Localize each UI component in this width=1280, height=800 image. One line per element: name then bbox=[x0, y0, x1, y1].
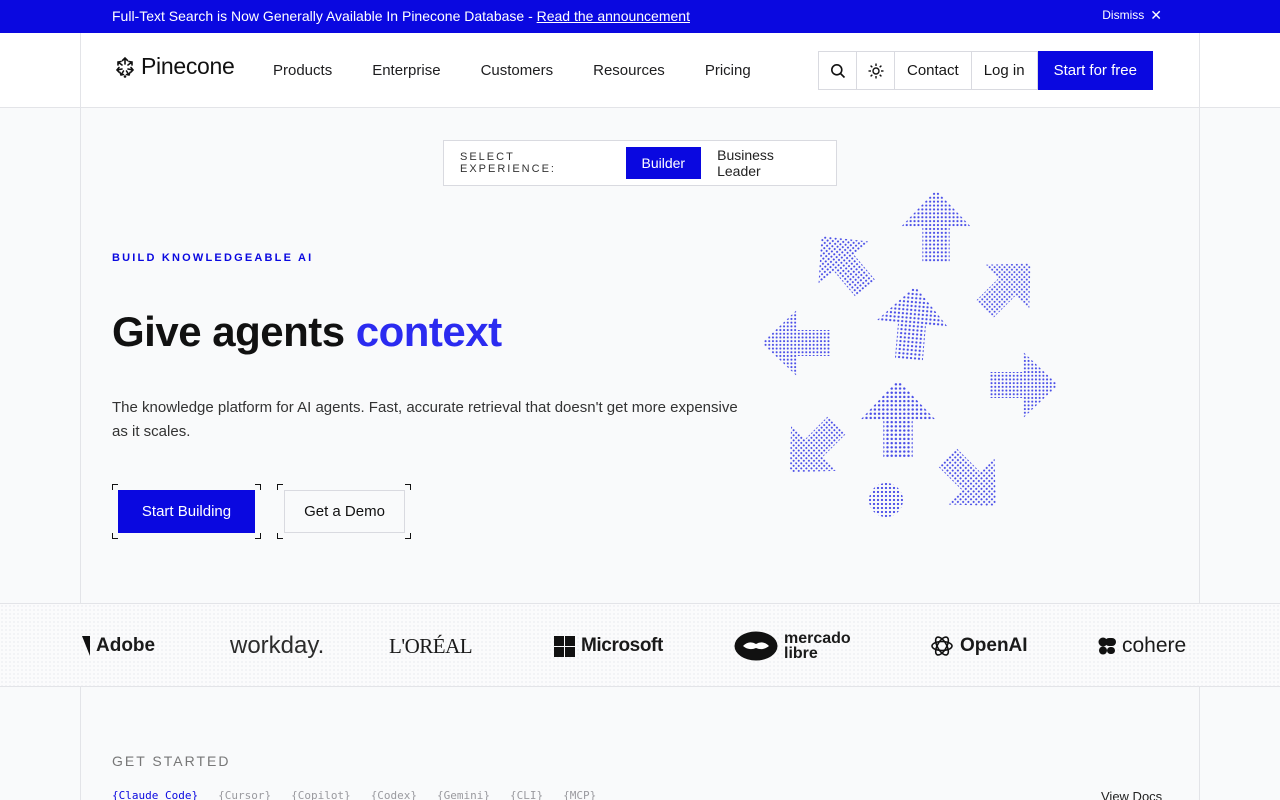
get-demo-button[interactable]: Get a Demo bbox=[284, 490, 405, 533]
dismiss-label: Dismiss bbox=[1102, 8, 1145, 22]
logo-loreal-text: L'ORÉAL bbox=[389, 633, 473, 658]
logo-cohere: cohere bbox=[1098, 604, 1187, 686]
tab-cursor[interactable]: {Cursor} bbox=[218, 789, 271, 800]
brand-logo[interactable]: Pinecone bbox=[113, 53, 235, 80]
get-started-title: GET STARTED bbox=[112, 753, 231, 769]
tab-cli[interactable]: {CLI} bbox=[510, 789, 543, 800]
hero-eyebrow: BUILD KNOWLEDGEABLE AI bbox=[112, 252, 314, 264]
bracket-corner bbox=[277, 484, 283, 490]
close-icon: ✕ bbox=[1150, 7, 1162, 23]
headline-plain: Give agents bbox=[112, 308, 356, 355]
view-docs-link[interactable]: View Docs bbox=[1101, 789, 1162, 800]
main-nav: Products Enterprise Customers Resources … bbox=[273, 62, 751, 79]
tab-codex[interactable]: {Codex} bbox=[371, 789, 417, 800]
microsoft-icon bbox=[554, 635, 575, 657]
nav-resources[interactable]: Resources bbox=[593, 62, 665, 79]
dotted-arrows-illustration bbox=[761, 189, 1059, 522]
get-started-tabs: {Claude Code} {Cursor} {Copilot} {Codex}… bbox=[112, 789, 596, 800]
cohere-icon bbox=[1098, 637, 1116, 655]
logo-adobe-text: Adobe bbox=[96, 635, 156, 656]
announcement-bar: Full-Text Search is Now Generally Availa… bbox=[0, 0, 1280, 33]
nav-customers[interactable]: Customers bbox=[481, 62, 554, 79]
experience-builder-button[interactable]: Builder bbox=[625, 147, 702, 179]
brand-name: Pinecone bbox=[141, 53, 235, 79]
announcement-message: Full-Text Search is Now Generally Availa… bbox=[112, 8, 690, 24]
contact-button[interactable]: Contact bbox=[894, 51, 972, 90]
logo-openai-text: OpenAI bbox=[960, 635, 1028, 656]
tab-gemini[interactable]: {Gemini} bbox=[437, 789, 490, 800]
tab-copilot[interactable]: {Copilot} bbox=[291, 789, 351, 800]
announcement-text: Full-Text Search is Now Generally Availa… bbox=[112, 8, 537, 24]
nav-enterprise[interactable]: Enterprise bbox=[372, 62, 440, 79]
bracket-corner bbox=[277, 533, 283, 539]
bracket-corner bbox=[255, 484, 261, 490]
bracket-corner bbox=[112, 533, 118, 539]
logo-microsoft-text: Microsoft bbox=[581, 635, 663, 656]
hero-subtext: The knowledge platform for AI agents. Fa… bbox=[112, 399, 738, 440]
experience-label: SELECT EXPERIENCE: bbox=[460, 151, 556, 175]
headline-accent: context bbox=[355, 308, 502, 355]
logo-mercado-libre-text: mercado libre bbox=[784, 630, 851, 662]
experience-selector: SELECT EXPERIENCE: Builder Business Lead… bbox=[443, 140, 837, 186]
logo-openai: OpenAI bbox=[930, 604, 1028, 686]
experience-business-leader-button[interactable]: Business Leader bbox=[701, 139, 836, 187]
bracket-corner bbox=[405, 484, 411, 490]
tab-mcp[interactable]: {MCP} bbox=[563, 789, 596, 800]
start-free-button[interactable]: Start for free bbox=[1037, 51, 1153, 90]
logo-microsoft: Microsoft bbox=[554, 604, 663, 686]
theme-toggle-button[interactable] bbox=[856, 51, 895, 90]
adobe-icon bbox=[82, 636, 90, 656]
logo-libre-word: libre bbox=[784, 645, 818, 662]
openai-icon bbox=[931, 636, 953, 656]
tab-claude-code[interactable]: {Claude Code} bbox=[112, 789, 198, 800]
dismiss-button[interactable]: Dismiss ✕ bbox=[1102, 8, 1162, 22]
bracket-corner bbox=[112, 484, 118, 490]
bracket-corner bbox=[255, 533, 261, 539]
site-header: Pinecone Products Enterprise Customers R… bbox=[0, 33, 1280, 108]
pinecone-logo-icon bbox=[115, 56, 135, 78]
logo-mercado-word: mercado bbox=[784, 630, 851, 647]
handshake-icon bbox=[734, 631, 778, 661]
logo-workday: workday. bbox=[230, 604, 325, 686]
announcement-link[interactable]: Read the announcement bbox=[537, 8, 690, 24]
logo-loreal: L'ORÉAL bbox=[389, 604, 473, 686]
nav-products[interactable]: Products bbox=[273, 62, 332, 79]
customer-logos-strip: Adobe workday. L'ORÉAL Microsoft mercado… bbox=[0, 603, 1280, 687]
search-icon bbox=[830, 63, 845, 78]
sun-icon bbox=[868, 63, 883, 78]
logo-mercado-libre: mercado libre bbox=[734, 604, 851, 686]
logo-cohere-text: cohere bbox=[1122, 634, 1187, 657]
nav-pricing[interactable]: Pricing bbox=[705, 62, 751, 79]
logo-adobe: Adobe bbox=[82, 604, 156, 686]
start-building-button[interactable]: Start Building bbox=[118, 490, 255, 533]
search-button[interactable] bbox=[818, 51, 857, 90]
login-button[interactable]: Log in bbox=[970, 51, 1038, 90]
hero-headline: Give agents context bbox=[112, 308, 502, 356]
bracket-corner bbox=[405, 533, 411, 539]
header-actions: Contact Log in Start for free bbox=[818, 51, 1153, 90]
logo-workday-text: workday. bbox=[230, 632, 325, 659]
